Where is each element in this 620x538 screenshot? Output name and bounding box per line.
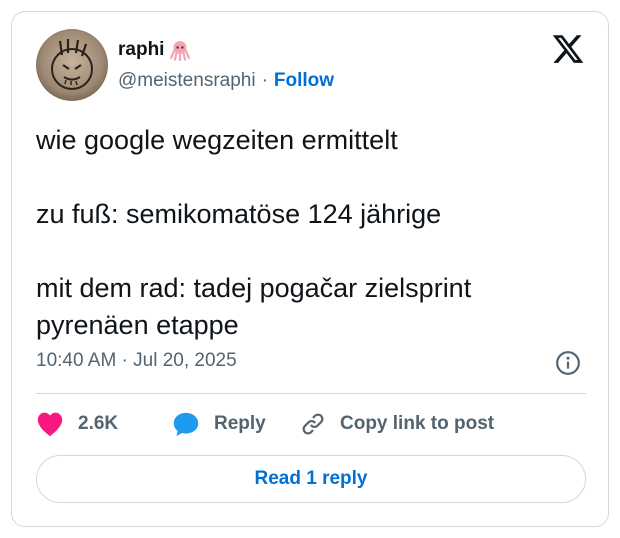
author-handle-row: @meistensraphi · Follow [118,70,334,92]
like-button[interactable]: 2.6K [36,411,172,437]
tweet-card: raphi @meistensraphi · Follow wie google… [11,11,609,527]
heart-icon [37,412,63,437]
read-replies-label: Read 1 reply [254,468,368,489]
tweet-timestamp[interactable]: 10:40 AM · Jul 20, 2025 [36,350,237,372]
copy-link-label: Copy link to post [340,413,495,434]
likes-count: 2.6K [78,413,119,434]
reply-button[interactable]: Reply [172,411,300,437]
tweet-text: wie google wegzeiten ermittelt zu fuß: s… [36,125,472,340]
follow-button[interactable]: Follow [274,70,334,92]
separator-dot: · [261,70,268,91]
link-icon [302,413,324,435]
read-replies-button[interactable]: Read 1 reply [36,455,586,503]
octopus-emoji-icon [170,41,191,61]
info-icon[interactable] [555,350,581,376]
divider [36,393,586,394]
copy-link-button[interactable]: Copy link to post [300,411,494,437]
author-display-name[interactable]: raphi [118,39,164,61]
avatar[interactable] [36,29,108,101]
x-logo-icon[interactable] [551,32,585,66]
reply-bubble-icon [173,412,199,437]
author-name-row[interactable]: raphi [118,37,191,63]
reply-label: Reply [214,413,266,434]
action-bar: 2.6K Reply Copy link to post [36,408,494,440]
author-handle[interactable]: @meistensraphi [118,70,256,92]
